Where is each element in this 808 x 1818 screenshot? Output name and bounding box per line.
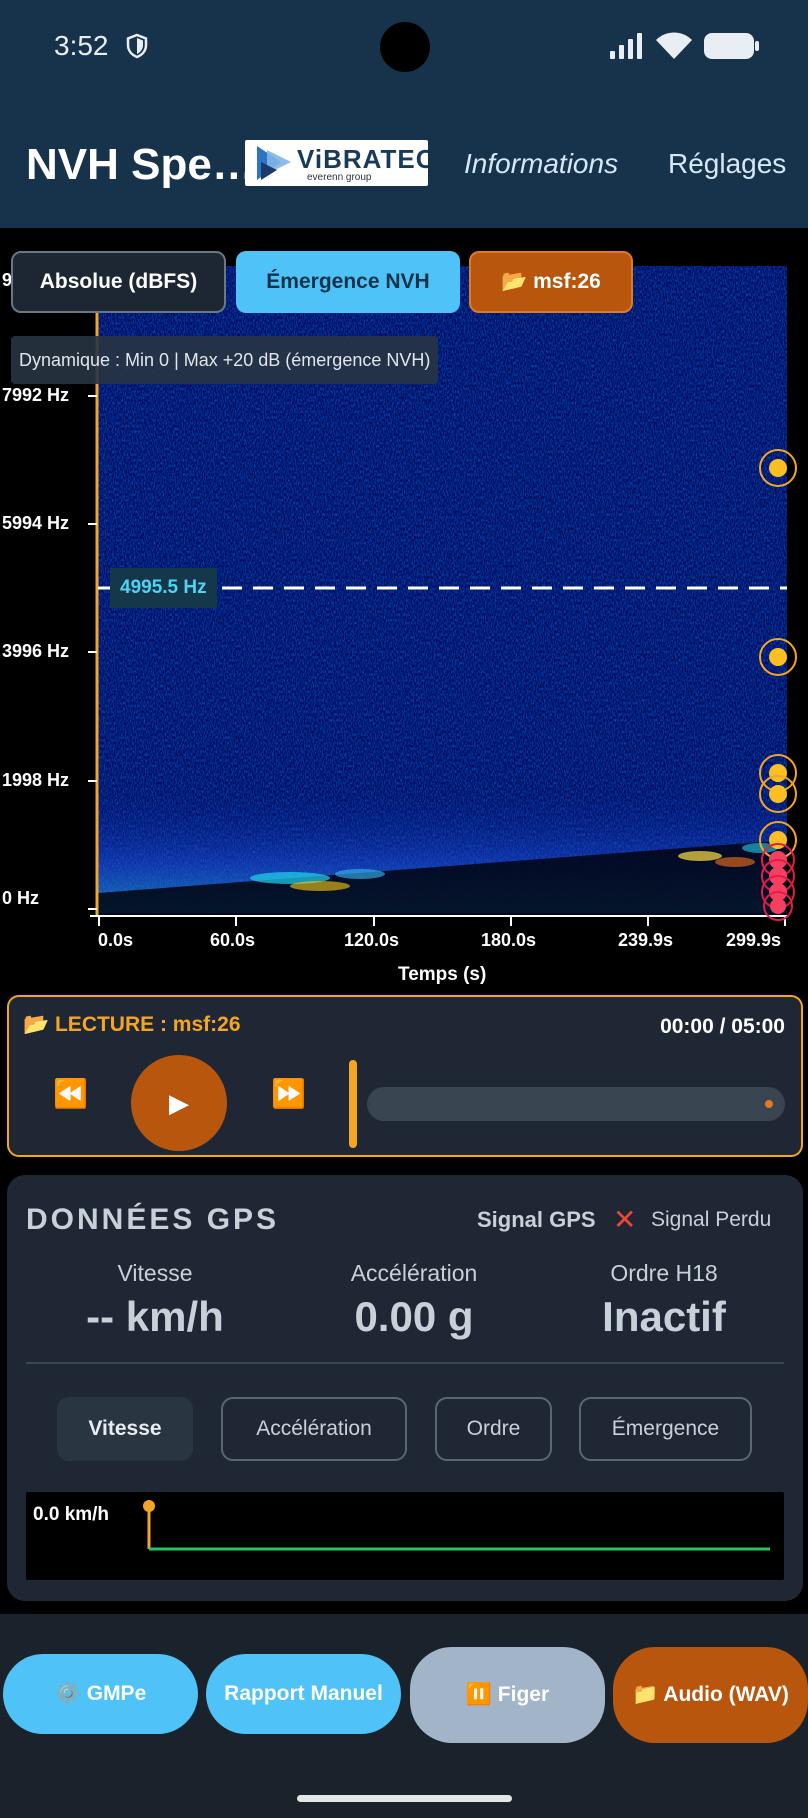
wifi-icon [656,32,692,59]
y-tick-label: 5994 Hz [2,513,70,533]
manual-report-button[interactable]: Rapport Manuel [206,1654,401,1734]
play-button[interactable]: ▶ [131,1055,227,1151]
chip-emergence[interactable]: Émergence [579,1397,752,1461]
frequency-cursor-label: 4995.5 Hz [110,568,217,608]
playback-panel: 📂 LECTURE : msf:26 00:00 / 05:00 ⏪ ▶ ⏩ [7,995,803,1157]
speed-mini-chart-plot [143,1500,770,1551]
signal-strength-icon [610,33,642,59]
shield-icon [126,33,148,59]
y-tick-label: 7992 Hz [2,385,70,405]
dynamic-range-label: Dynamique : Min 0 | Max +20 dB (émergenc… [11,336,439,384]
rewind-button[interactable]: ⏪ [53,1077,88,1110]
app-title: NVH Spe… [26,140,256,189]
gps-divider [26,1362,784,1364]
playback-seek-bar[interactable] [367,1087,785,1121]
order-label: Ordre H18 [610,1260,718,1286]
chip-acceleration[interactable]: Accélération [221,1397,407,1461]
mini-chart-label: 0.0 km/h [33,1504,110,1525]
chip-speed[interactable]: Vitesse [57,1397,193,1461]
logo-subtitle: everenn group [307,172,372,183]
mode-emergence-button[interactable]: Émergence NVH [236,251,460,313]
gps-title: DONNÉES GPS [26,1203,280,1236]
bottom-action-bar: ⚙️ GMPe Rapport Manuel ⏸️ Figer 📁 Audio … [0,1614,808,1818]
x-axis-ticks [98,916,786,926]
signal-lost-icon: ✕ [613,1204,637,1235]
acceleration-value: 0.00 g [354,1293,474,1340]
gps-signal-label: Signal GPS [477,1207,596,1232]
chip-order[interactable]: Ordre [435,1397,552,1461]
fast-forward-button[interactable]: ⏩ [271,1077,306,1110]
x-tick-label: 180.0s [481,930,537,950]
status-indicators [610,32,760,60]
file-select-button[interactable]: 📂 msf:26 [469,251,633,313]
audio-wav-button[interactable]: 📁 Audio (WAV) [613,1647,808,1743]
order-value: Inactif [602,1293,726,1340]
x-tick-label: 60.0s [210,930,256,950]
y-tick-label: 0 Hz [2,888,40,908]
nav-settings[interactable]: Réglages [668,148,786,180]
logo-mark-icon [257,146,291,180]
nav-informations[interactable]: Informations [464,148,618,180]
x-tick-label: 239.9s [618,930,674,950]
freeze-button[interactable]: ⏸️ Figer [410,1647,605,1743]
y-tick-label: 3996 Hz [2,641,70,661]
y-tick-label: 1998 Hz [2,770,70,790]
gmpe-button[interactable]: ⚙️ GMPe [3,1654,198,1734]
x-axis-title: Temps (s) [398,964,487,985]
mini-chart-cursor-head [143,1500,155,1512]
playback-title: 📂 LECTURE : msf:26 [23,1013,241,1036]
speed-mini-chart: 0.0 km/h [26,1492,784,1580]
gps-signal-status: Signal Perdu [651,1208,772,1231]
front-camera [380,22,430,72]
playback-position-marker[interactable] [349,1060,357,1148]
spectrogram-panel[interactable]: 999 7992 Hz 5994 Hz 3996 Hz 1998 Hz 0 Hz… [0,228,808,993]
battery-icon [704,33,759,59]
seek-end-dot [765,1100,773,1108]
acceleration-label: Accélération [350,1260,478,1286]
x-tick-label: 299.9s [726,930,782,950]
speed-value: -- km/h [86,1293,224,1340]
logo-text: ViBRATEC [297,144,428,174]
mode-absolute-button[interactable]: Absolue (dBFS) [11,251,226,313]
gps-card: DONNÉES GPS Signal GPS ✕ Signal Perdu Vi… [7,1175,803,1601]
app-bar: NVH Spe… ViBRATEC everenn group Informat… [0,98,808,228]
status-time: 3:52 [54,30,109,61]
status-bar: 3:52 [0,0,808,98]
playback-time: 00:00 / 05:00 [660,1015,785,1038]
x-tick-label: 0.0s [98,930,134,950]
speed-label: Vitesse [117,1260,193,1286]
x-tick-label: 120.0s [344,930,400,950]
vibratec-logo: ViBRATEC everenn group [245,140,428,186]
home-indicator[interactable] [297,1795,512,1802]
